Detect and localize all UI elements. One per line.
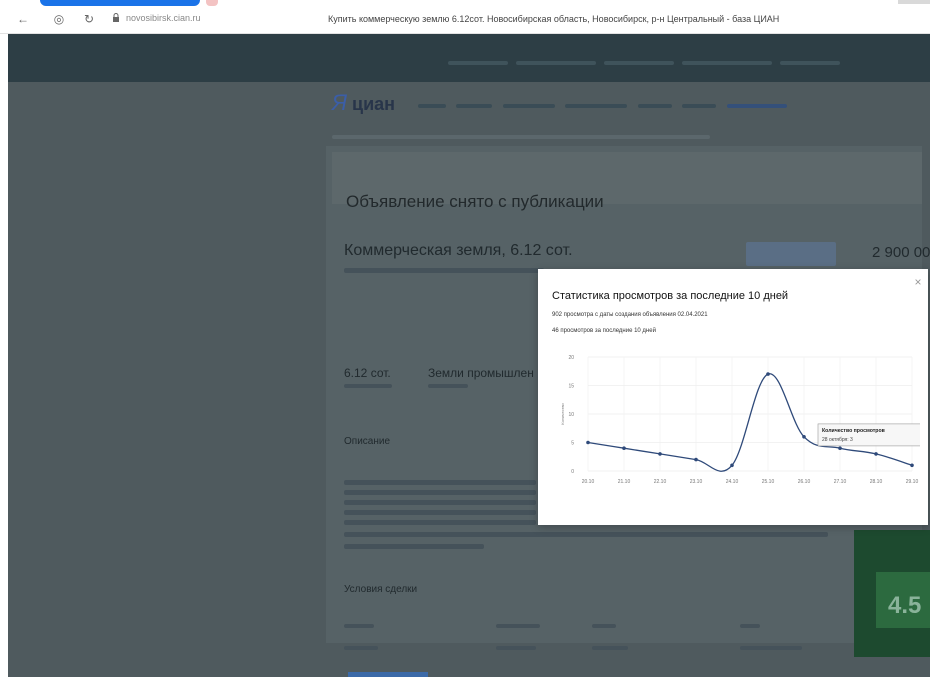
lock-icon xyxy=(113,13,119,22)
data-point xyxy=(910,463,914,468)
site-header xyxy=(8,34,930,82)
terms-row-label xyxy=(344,624,374,628)
nav-item[interactable] xyxy=(682,103,717,108)
address-bar[interactable]: novosibirsk.cian.ru xyxy=(126,13,246,23)
data-point xyxy=(802,435,806,439)
x-tick-label: 28.10 xyxy=(870,479,883,485)
spec-area-label xyxy=(344,384,392,388)
browser-tab[interactable] xyxy=(40,0,200,6)
description-line xyxy=(344,520,536,525)
close-icon[interactable]: × xyxy=(912,276,924,288)
terms-heading: Условия сделки xyxy=(344,584,418,595)
tooltip-title: Количество просмотров xyxy=(822,428,885,434)
y-tick-label: 10 xyxy=(568,412,574,418)
cian-logo[interactable]: Я циан xyxy=(332,90,395,116)
browser-menu[interactable] xyxy=(898,0,930,4)
spec-land-type-label xyxy=(428,384,468,388)
top-nav xyxy=(418,97,798,108)
total-views-text: 902 просмотра с даты создания объявления… xyxy=(552,312,708,318)
terms-row-value xyxy=(740,624,760,628)
back-arrow-icon[interactable]: ← xyxy=(16,12,30,26)
data-point xyxy=(730,463,734,468)
spec-land-type: Земли промышлен xyxy=(428,366,534,380)
shield-icon[interactable]: ◎ xyxy=(52,12,66,26)
y-tick-label: 20 xyxy=(568,355,574,361)
contact-button[interactable] xyxy=(348,672,428,677)
recent-views-text: 46 просмотров за последние 10 дней xyxy=(552,328,656,334)
data-point xyxy=(622,446,626,450)
x-tick-label: 20.10 xyxy=(582,479,595,485)
x-tick-label: 23.10 xyxy=(690,479,703,485)
nav-item[interactable] xyxy=(456,103,493,108)
browser-toolbar: ← ◎ ↻ novosibirsk.cian.ru Купить коммерч… xyxy=(0,0,930,34)
y-axis-label: Количество xyxy=(560,402,565,424)
reload-icon[interactable]: ↻ xyxy=(82,12,96,26)
description-line xyxy=(344,532,828,537)
data-point xyxy=(766,372,770,376)
description-line xyxy=(344,480,536,485)
rating-score: 4.5 xyxy=(888,592,922,619)
nav-item[interactable] xyxy=(502,103,555,108)
terms-row-value xyxy=(740,646,802,650)
terms-row-value xyxy=(496,624,540,628)
y-tick-label: 5 xyxy=(571,441,574,447)
terms-row-label xyxy=(592,624,616,628)
description-line xyxy=(344,490,536,495)
x-tick-label: 27.10 xyxy=(834,479,847,485)
page-title: Купить коммерческую землю 6.12сот. Новос… xyxy=(328,14,780,24)
x-tick-label: 29.10 xyxy=(906,479,919,485)
listing-price: 2 900 000 xyxy=(872,244,930,261)
description-line xyxy=(344,544,484,549)
modal-title: Статистика просмотров за последние 10 дн… xyxy=(552,290,789,302)
description-heading: Описание xyxy=(344,436,391,447)
listing-address[interactable] xyxy=(344,268,544,273)
y-tick-label: 15 xyxy=(568,384,574,390)
nav-item[interactable] xyxy=(637,103,672,108)
removed-title: Объявление снято с публикации xyxy=(346,192,604,211)
listing-title: Коммерческая земля, 6.12 сот. xyxy=(344,242,573,259)
x-tick-label: 26.10 xyxy=(798,479,811,485)
spec-area: 6.12 сот. xyxy=(344,366,391,380)
nav-item[interactable] xyxy=(726,103,787,108)
views-line-chart: 0 5 10 15 20 20.10 21.10 22.10 23.10 24.10 25.10 26… xyxy=(560,355,920,485)
tab-close-icon[interactable] xyxy=(206,0,218,6)
nav-item[interactable] xyxy=(418,103,446,108)
description-line xyxy=(344,500,536,505)
description-line xyxy=(344,510,536,515)
data-point xyxy=(586,440,590,445)
breadcrumb[interactable] xyxy=(332,135,710,139)
tooltip-text: 28 октября: 3 xyxy=(822,437,853,443)
data-point xyxy=(838,446,842,450)
terms-row-label xyxy=(592,646,628,650)
price-badge[interactable] xyxy=(746,242,836,266)
logo-mark-icon: Я xyxy=(332,90,347,115)
header-links xyxy=(448,52,928,65)
data-point xyxy=(658,452,662,456)
x-tick-label: 21.10 xyxy=(618,479,631,485)
x-tick-label: 25.10 xyxy=(762,479,775,485)
terms-row-value xyxy=(496,646,536,650)
data-point xyxy=(874,452,878,456)
y-tick-label: 0 xyxy=(571,469,574,475)
terms-row-label xyxy=(344,646,378,650)
x-tick-label: 24.10 xyxy=(726,479,739,485)
data-point xyxy=(694,457,698,462)
nav-item[interactable] xyxy=(565,103,628,108)
series-line-views xyxy=(587,373,913,472)
x-tick-label: 22.10 xyxy=(654,479,667,485)
logo-text: циан xyxy=(352,94,396,114)
